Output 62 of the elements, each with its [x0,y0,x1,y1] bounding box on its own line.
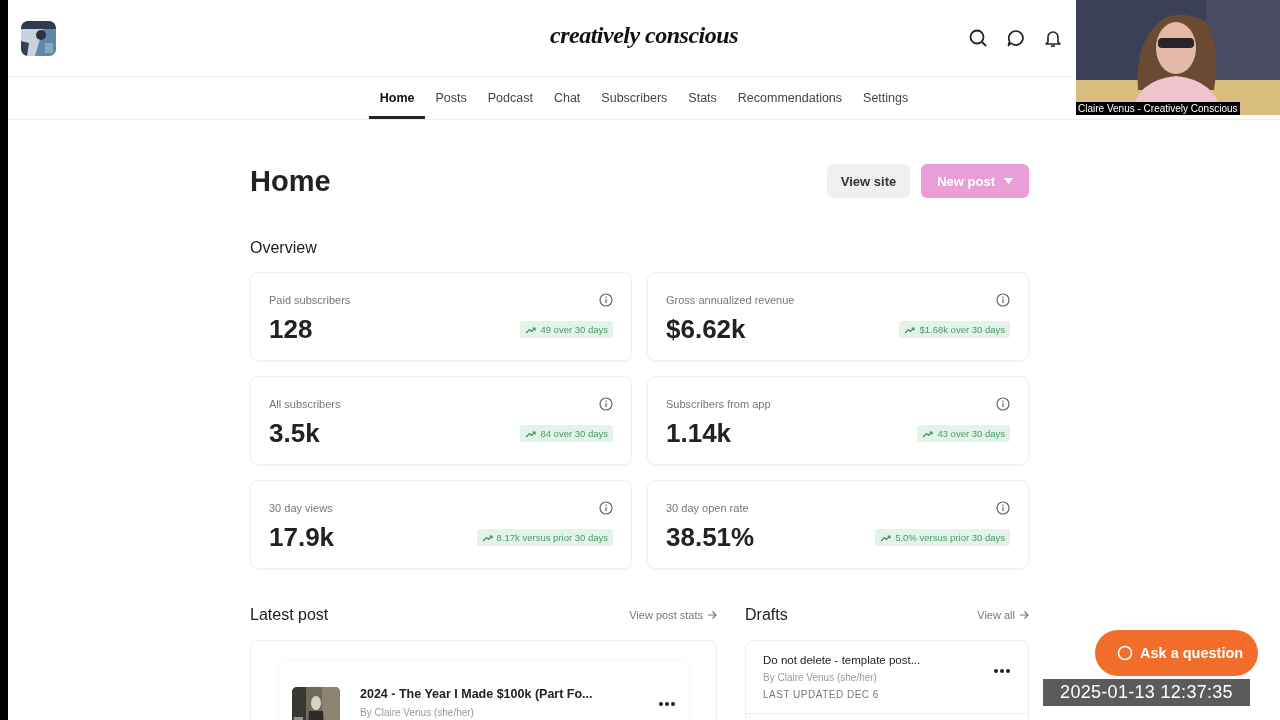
avatar [21,20,56,56]
info-icon[interactable] [996,293,1010,307]
search-icon[interactable] [968,28,988,48]
trend-badge: 5.0% versus prior 30 days [875,529,1010,546]
trend-badge: $1.68k over 30 days [899,321,1010,338]
trend-up-icon [525,324,537,335]
stat-value: 1.14k [666,418,732,449]
nav-tab[interactable]: Subscribers [590,77,678,119]
stat-value: 17.9k [269,522,335,553]
stat-value: $6.62k [666,314,746,345]
nav-tab[interactable]: Settings [852,77,919,119]
trend-badge: 84 over 30 days [520,425,613,442]
trend-up-icon [481,532,493,543]
arrow-right-icon [707,610,717,620]
info-icon[interactable] [599,293,613,307]
section-title: Drafts [745,606,788,624]
view-site-button[interactable]: View site [826,164,911,198]
section-title: Latest post [250,606,329,624]
draft-author: By Claire Venus (she/her) [763,672,878,683]
stat-label: Subscribers from app [666,398,771,410]
stat-label: All subscribers [269,398,341,410]
nav-tab[interactable]: Posts [425,77,478,119]
nav-tab[interactable]: Recommendations [727,77,853,119]
info-icon[interactable] [996,501,1010,515]
video-caption: Claire Venus - Creatively Conscious [1076,102,1240,115]
stat-label: Paid subscribers [269,294,351,306]
view-post-stats-link[interactable]: View post stats [629,609,717,621]
trend-up-icon [880,532,892,543]
nav-tab[interactable]: Stats [677,77,728,119]
info-icon[interactable] [599,501,613,515]
info-icon[interactable] [599,397,613,411]
timestamp: 2025-01-13 12:37:35 [1043,679,1250,706]
trend-up-icon [525,428,537,439]
stat-value: 128 [269,314,313,345]
trend-up-icon [904,324,916,335]
stat-value: 3.5k [269,418,320,449]
trend-badge: 49 over 30 days [520,321,613,338]
post-item[interactable]: 2024 - The Year I Made $100k (Part Fo... By Claire Venus (she/her) [279,661,689,720]
bell-icon[interactable] [1044,28,1062,48]
trend-badge: 43 over 30 days [917,425,1010,442]
more-options-icon[interactable] [658,701,676,707]
stat-label: 30 day open rate [666,502,749,514]
draft-title[interactable]: Do not delete - template post... [763,654,921,666]
page-title: Home [250,164,331,198]
post-title: 2024 - The Year I Made $100k (Part Fo... [360,687,593,701]
stat-label: 30 day views [269,502,333,514]
info-icon[interactable] [996,397,1010,411]
view-all-link[interactable]: View all [977,609,1029,621]
nav-tab[interactable]: Home [369,77,425,119]
trend-badge: 8.17k versus prior 30 days [476,529,613,546]
post-author: By Claire Venus (she/her) [360,707,475,718]
stat-value: 38.51% [666,522,755,553]
site-logo[interactable]: creatively conscious [550,22,738,48]
last-updated-label: LAST UPDATED DEC 6 [763,689,880,700]
stat-label: Gross annualized revenue [666,294,795,306]
nav-tab[interactable]: Podcast [477,77,544,119]
more-options-icon[interactable] [993,668,1011,674]
caret-icon [1004,178,1013,184]
section-title: Overview [250,239,318,257]
nav-tab[interactable]: Chat [543,77,591,119]
arrow-right-icon [1019,610,1029,620]
trend-up-icon [922,428,934,439]
